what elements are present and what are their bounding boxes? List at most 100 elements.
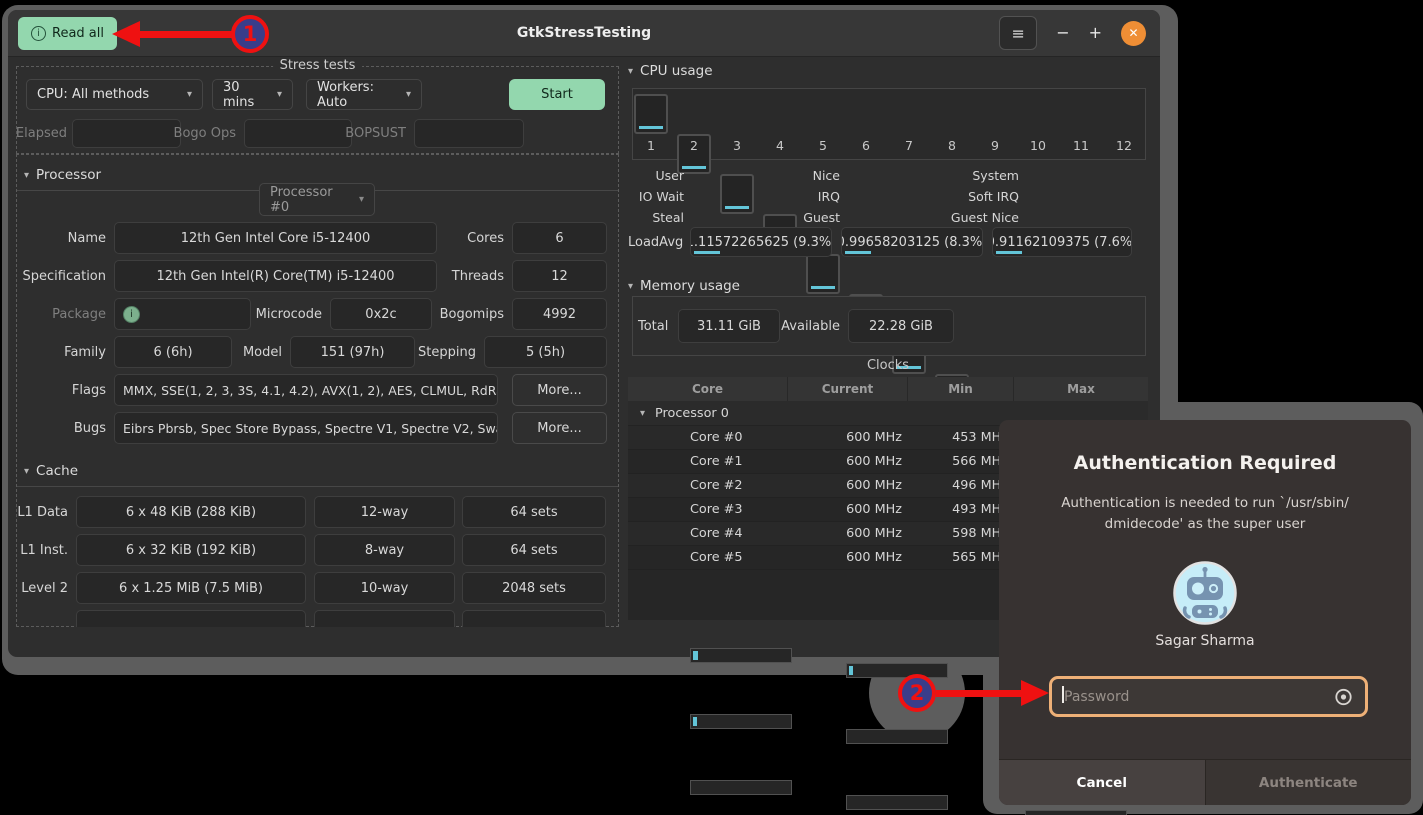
microcode-field: 0x2c (330, 298, 432, 330)
core-number: 10 (1021, 138, 1055, 153)
close-button[interactable]: ✕ (1121, 21, 1146, 46)
cache-ways-field: 12-way (314, 496, 455, 528)
menu-button[interactable]: ≡ (999, 16, 1037, 50)
cache-row-label: L1 Inst. (6, 534, 68, 566)
meter-fill (849, 666, 853, 675)
chevron-down-icon: ▾ (640, 408, 645, 419)
maximize-button[interactable]: + (1089, 25, 1102, 41)
annotation-step-1: 1 (231, 15, 269, 53)
minimize-button[interactable]: − (1056, 25, 1069, 41)
bugs-label: Bugs (10, 412, 106, 444)
core-number: 4 (763, 138, 797, 153)
authenticate-button[interactable]: Authenticate (1206, 760, 1412, 805)
start-button[interactable]: Start (509, 79, 605, 110)
cpu-usage-section-header[interactable]: ▾ CPU usage (628, 62, 713, 80)
cache-row-label: Level 2 (6, 572, 68, 604)
cache-row-label: L1 Data (6, 496, 68, 528)
text-caret (1062, 686, 1064, 703)
threads-label: Threads (430, 260, 504, 292)
bugs-more-button[interactable]: More... (512, 412, 607, 444)
bogomips-label: Bogomips (424, 298, 504, 330)
dialog-buttons: Cancel Authenticate (999, 759, 1411, 805)
password-field[interactable] (1049, 676, 1368, 717)
bopsust-field (414, 119, 524, 148)
family-field: 6 (6h) (114, 336, 232, 368)
maximize-icon: + (1089, 23, 1102, 42)
duration-combo[interactable]: 30 mins ▾ (212, 79, 293, 110)
workers-combo[interactable]: Workers: Auto ▾ (306, 79, 422, 110)
irq-meter (846, 729, 948, 744)
clocks-header-max[interactable]: Max (1014, 377, 1148, 401)
loadavg-5-field: 0.99658203125 (8.3%) (841, 227, 983, 257)
cache-partial-field (462, 610, 606, 627)
memory-section-header[interactable]: ▾ Memory usage (628, 277, 740, 295)
workers-value: Workers: Auto (317, 80, 398, 110)
core-number: 12 (1107, 138, 1141, 153)
meter-label: Guest (726, 210, 840, 225)
processor-selector-combo[interactable]: Processor #0 ▾ (259, 183, 375, 216)
clocks-title: Clocks (628, 358, 1148, 373)
clocks-group-label: Processor 0 (655, 406, 729, 421)
core-name: Core #0 (690, 430, 743, 445)
meter-label: System (891, 168, 1019, 183)
core-min: 496 MHz (908, 478, 1008, 493)
reveal-password-icon[interactable] (1334, 687, 1353, 706)
nice-meter (846, 663, 948, 678)
clocks-header-min[interactable]: Min (908, 377, 1014, 401)
robot-avatar-icon (1173, 561, 1237, 625)
flags-label: Flags (10, 374, 106, 406)
loadavg-underline (845, 251, 871, 254)
memory-available-label: Available (782, 309, 840, 343)
loadavg-label: LoadAvg (622, 227, 684, 257)
core-name: Core #1 (690, 454, 743, 469)
core-name: Core #4 (690, 526, 743, 541)
cache-section-header[interactable]: ▾ Cache (24, 462, 78, 480)
core-usage-bar (811, 286, 835, 289)
close-icon: ✕ (1128, 26, 1138, 40)
password-input[interactable] (1052, 689, 1365, 705)
start-label: Start (541, 87, 573, 102)
chevron-down-icon: ▾ (628, 66, 633, 77)
core-usage-bar (639, 126, 663, 129)
meter-fill (693, 651, 698, 660)
flags-more-button[interactable]: More... (512, 374, 607, 406)
core-number: 5 (806, 138, 840, 153)
loadavg-1-value: 1.11572265625 (9.3%) (690, 235, 832, 250)
clocks-header-current[interactable]: Current (788, 377, 908, 401)
chevron-down-icon: ▾ (628, 281, 633, 292)
auth-dialog-title: Authentication Required (999, 452, 1411, 474)
memory-total-field: 31.11 GiB (678, 309, 780, 343)
cache-sets-field: 64 sets (462, 534, 606, 566)
core-current: 600 MHz (788, 526, 902, 541)
cache-ways-field: 8-way (314, 534, 455, 566)
cancel-button[interactable]: Cancel (999, 760, 1206, 805)
core-current: 600 MHz (788, 550, 902, 565)
meter-fill (693, 717, 697, 726)
specification-label: Specification (10, 260, 106, 292)
chevron-down-icon: ▾ (24, 466, 29, 477)
loadavg-5-value: 0.99658203125 (8.3%) (841, 235, 983, 250)
processor-section-header[interactable]: ▾ Processor (24, 166, 101, 184)
clocks-header-core[interactable]: Core (628, 377, 788, 401)
meter-label: Soft IRQ (891, 189, 1019, 204)
core-min: 566 MHz (908, 454, 1008, 469)
arrow-1-line (138, 31, 233, 38)
microcode-label: Microcode (244, 298, 322, 330)
loadavg-15-field: 0.91162109375 (7.6%) (992, 227, 1132, 257)
chevron-down-icon: ▾ (406, 89, 411, 100)
stepping-label: Stepping (418, 336, 476, 368)
meter-label: Steal (560, 210, 684, 225)
flags-field: MMX, SSE(1, 2, 3, 3S, 4.1, 4.2), AVX(1, … (114, 374, 498, 406)
cores-field: 6 (512, 222, 607, 254)
auth-message-line1: Authentication is needed to run `/usr/sb… (1061, 495, 1349, 511)
package-info-icon[interactable]: i (123, 306, 140, 323)
cpu-method-combo[interactable]: CPU: All methods ▾ (26, 79, 203, 110)
cpu-core-gauge (806, 254, 840, 294)
cache-partial-field (76, 610, 306, 627)
bogomips-field: 4992 (512, 298, 607, 330)
core-current: 600 MHz (788, 430, 902, 445)
minimize-icon: − (1056, 23, 1069, 42)
meter-label: User (560, 168, 684, 183)
arrow-2-line (936, 690, 1023, 697)
memory-available-field: 22.28 GiB (848, 309, 954, 343)
